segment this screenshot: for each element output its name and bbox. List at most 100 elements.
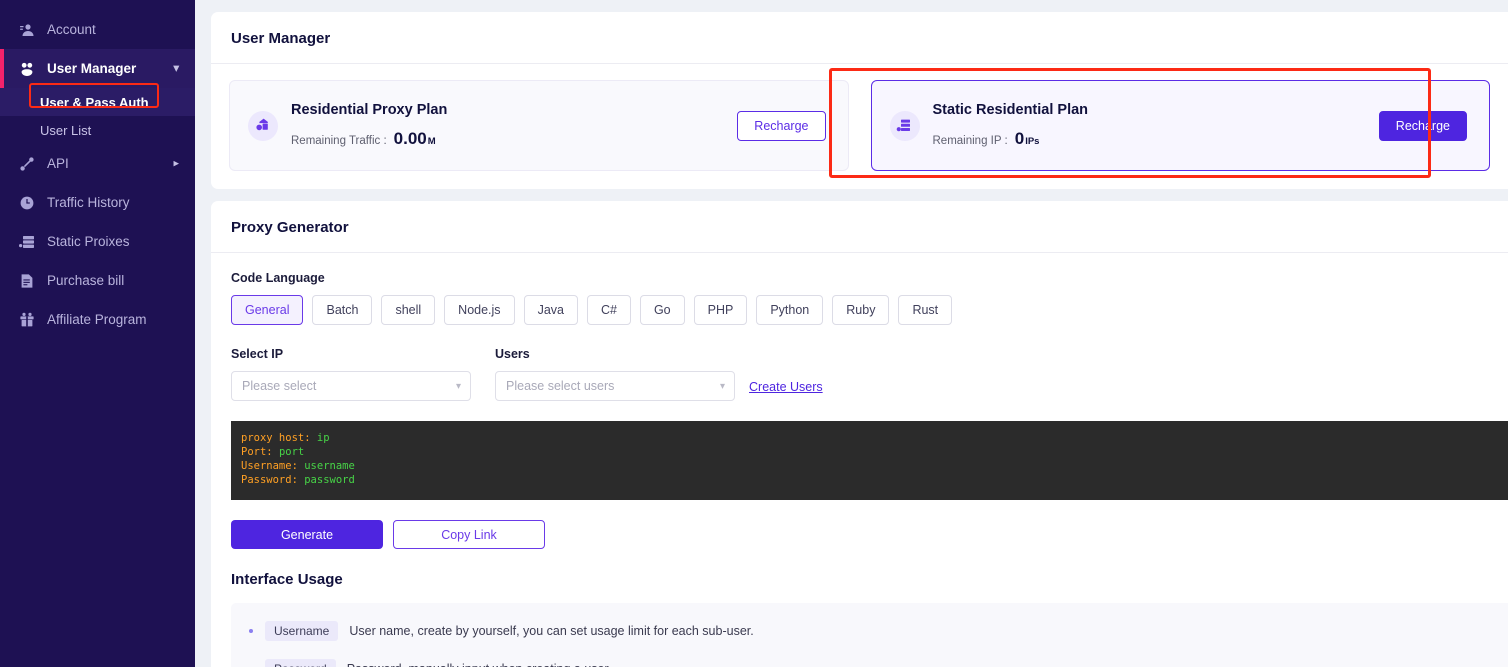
server-icon [18, 233, 36, 251]
users-label: Users [495, 347, 530, 361]
lang-button-batch[interactable]: Batch [312, 295, 373, 325]
lang-button-nodejs[interactable]: Node.js [444, 295, 515, 325]
sidebar-item-label: Traffic History [47, 195, 130, 210]
lang-button-java[interactable]: Java [523, 295, 578, 325]
plan-meta-label: Remaining IP : [932, 135, 1008, 147]
page-title: User Manager [211, 12, 1508, 64]
lang-button-general[interactable]: General [231, 295, 304, 325]
lang-button-go[interactable]: Go [639, 295, 685, 325]
copy-link-button[interactable]: Copy Link [393, 520, 545, 550]
plan-name: Static Residential Plan [932, 102, 1089, 118]
sidebar-item-label: Affiliate Program [47, 312, 147, 327]
chevron-down-icon: ▾ [719, 380, 725, 392]
plan-meta: Remaining IP : 0 IPs [933, 129, 1379, 149]
active-accent-bar [0, 49, 4, 88]
lang-button-shell[interactable]: shell [381, 295, 436, 325]
select-ip-group: Select IP Please select ▾ [231, 347, 471, 401]
chevron-right-icon[interactable]: ▸ [173, 158, 179, 169]
recharge-button-residential[interactable]: Recharge [737, 110, 826, 141]
lang-button-csharp[interactable]: C# [586, 295, 631, 325]
interface-usage-title: Interface Usage [231, 571, 343, 589]
sidebar-subitem-label: User List [40, 122, 92, 138]
sidebar-item-static-proixes[interactable]: Static Proixes [0, 222, 195, 261]
lang-button-rust[interactable]: Rust [898, 295, 953, 325]
clock-icon [18, 194, 36, 212]
sidebar-item-api[interactable]: API ▸ [0, 144, 195, 183]
plan-name: Residential Proxy Plan [291, 102, 448, 118]
code-language-label: Code Language [231, 271, 325, 285]
sidebar-item-affiliate-program[interactable]: Affiliate Program [0, 300, 195, 339]
usage-text: Password, manually input when creating a… [347, 662, 609, 667]
sidebar: Account User Manager ▾ User & Pass Auth … [0, 0, 195, 667]
usage-tag: Password [265, 659, 336, 667]
api-icon [18, 155, 36, 173]
code-value: username [304, 459, 355, 472]
sidebar-item-traffic-history[interactable]: Traffic History [0, 183, 195, 222]
code-line: proxy host: ip [241, 432, 1508, 446]
select-ip-label: Select IP [231, 347, 284, 361]
plan-row: Residential Proxy Plan Remaining Traffic… [211, 64, 1508, 189]
sidebar-item-user-manager[interactable]: User Manager ▾ [0, 49, 195, 88]
usage-item-username: Username User name, create by yourself, … [249, 621, 1508, 642]
plan-card-static-residential: Static Residential Plan Remaining IP : 0… [870, 80, 1490, 171]
generate-button[interactable]: Generate [231, 520, 383, 550]
lang-button-ruby[interactable]: Ruby [832, 295, 890, 325]
code-language-options: General Batch shell Node.js Java C# Go P… [231, 295, 1508, 325]
code-key: Username: [241, 459, 298, 472]
plan-texts: Static Residential Plan Remaining IP : 0… [933, 102, 1379, 149]
create-users-link[interactable]: Create Users [749, 380, 823, 401]
proxy-generator-body: Code Language General Batch shell Node.j… [211, 253, 1508, 667]
select-ip-placeholder: Please select [242, 379, 317, 393]
code-key: Password: [241, 473, 298, 486]
plan-meta-value: 0 [1014, 129, 1025, 148]
plan-texts: Residential Proxy Plan Remaining Traffic… [291, 102, 737, 149]
users-placeholder: Please select users [506, 379, 615, 393]
selects-row: Select IP Please select ▾ Users Please s… [231, 347, 1508, 401]
proxy-generator-card: Proxy Generator Code Language General Ba… [211, 201, 1508, 667]
plan-meta-unit: M [427, 136, 436, 147]
users-group: Users Please select users ▾ [495, 347, 735, 401]
usage-text: User name, create by yourself, you can s… [349, 624, 754, 639]
user-manager-card: User Manager Residential Proxy Plan Rema… [211, 12, 1508, 189]
sidebar-item-label: User Manager [47, 61, 137, 76]
residential-proxy-icon [248, 110, 278, 141]
users-select-input[interactable]: Please select users ▾ [495, 371, 735, 401]
recharge-button-static[interactable]: Recharge [1378, 110, 1467, 141]
select-ip-input[interactable]: Please select ▾ [231, 371, 471, 401]
usage-item-password: Password Password, manually input when c… [249, 659, 1508, 667]
sidebar-item-label: API [47, 156, 69, 171]
sidebar-item-purchase-bill[interactable]: Purchase bill [0, 261, 195, 300]
sidebar-submenu-user-manager: User & Pass Auth User List [0, 83, 195, 144]
gift-icon [18, 311, 36, 329]
lang-button-python[interactable]: Python [756, 295, 824, 325]
code-line: Port: port [241, 446, 1508, 460]
plan-meta-value: 0.00 [393, 129, 427, 148]
proxy-generator-title: Proxy Generator [211, 201, 1508, 253]
static-residential-icon [889, 110, 920, 141]
plan-card-residential-proxy: Residential Proxy Plan Remaining Traffic… [229, 80, 849, 171]
code-value: password [304, 473, 355, 486]
plan-meta: Remaining Traffic : 0.00 M [291, 129, 737, 149]
code-key: proxy host: [241, 432, 311, 444]
code-line: Username: username [241, 460, 1508, 474]
main-content: User Manager Residential Proxy Plan Rema… [195, 0, 1508, 667]
lang-button-php[interactable]: PHP [693, 295, 748, 325]
chevron-down-icon: ▾ [455, 380, 461, 392]
plan-meta-unit: IPs [1025, 136, 1040, 147]
sidebar-item-label: Purchase bill [47, 273, 125, 288]
code-line: Password: password [241, 474, 1508, 488]
users-group-wrapper: Users Please select users ▾ Create Users [495, 347, 823, 401]
chevron-down-icon[interactable]: ▾ [173, 63, 179, 74]
plan-meta-label: Remaining Traffic : [291, 135, 387, 147]
code-value: port [278, 445, 305, 458]
sidebar-item-user-list[interactable]: User List [0, 116, 195, 144]
user-manager-icon [18, 60, 36, 78]
sidebar-item-label: Account [47, 22, 96, 37]
interface-usage-box: Username User name, create by yourself, … [231, 603, 1508, 667]
bill-icon [18, 272, 36, 290]
sidebar-item-account[interactable]: Account [0, 10, 195, 49]
account-icon [18, 21, 36, 39]
bullet-icon [249, 629, 253, 634]
code-preview-block: proxy host: ip Port: port Username: user… [231, 421, 1508, 501]
sidebar-item-user-pass-auth[interactable]: User & Pass Auth [0, 88, 195, 116]
